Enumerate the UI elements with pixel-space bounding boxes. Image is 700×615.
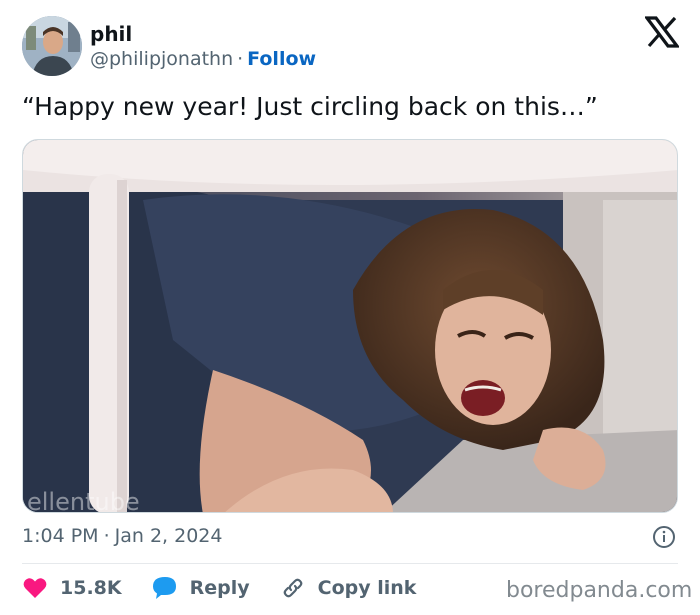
- time-separator: ·: [103, 525, 110, 547]
- follow-button[interactable]: Follow: [247, 48, 316, 70]
- user-handle[interactable]: @philipjonathn: [90, 48, 233, 70]
- tweet-date: Jan 2, 2024: [114, 525, 223, 547]
- info-icon[interactable]: [652, 525, 676, 549]
- copy-link-button[interactable]: Copy link: [280, 576, 417, 600]
- like-count: 15.8K: [60, 577, 122, 599]
- site-watermark: boredpanda.com: [506, 578, 693, 603]
- tweet-media-image[interactable]: ellentube: [22, 139, 678, 513]
- tweet-card: phil @philipjonathn · Follow “Happy new ye…: [0, 0, 700, 615]
- like-button[interactable]: 15.8K: [22, 576, 122, 600]
- media-photo: ellentube: [23, 140, 677, 513]
- copy-link-label: Copy link: [317, 577, 417, 599]
- link-icon: [283, 578, 302, 598]
- reply-button[interactable]: Reply: [152, 576, 250, 600]
- tweet-text: “Happy new year! Just circling back on t…: [22, 92, 598, 121]
- heart-icon: [23, 578, 47, 598]
- divider: [22, 563, 678, 564]
- media-watermark: ellentube: [27, 488, 140, 513]
- tweet-time: 1:04 PM: [22, 525, 99, 547]
- x-logo-icon[interactable]: [643, 16, 681, 48]
- reply-bubble-icon: [152, 577, 176, 599]
- avatar-photo: [22, 16, 82, 76]
- avatar[interactable]: [22, 16, 82, 76]
- display-name[interactable]: phil: [90, 22, 132, 46]
- timestamp[interactable]: 1:04 PM · Jan 2, 2024: [22, 525, 222, 547]
- handle-separator: ·: [237, 48, 244, 70]
- action-bar: 15.8K Reply Copy link: [22, 575, 446, 601]
- reply-label: Reply: [189, 577, 250, 599]
- handle-line: @philipjonathn · Follow: [90, 48, 316, 70]
